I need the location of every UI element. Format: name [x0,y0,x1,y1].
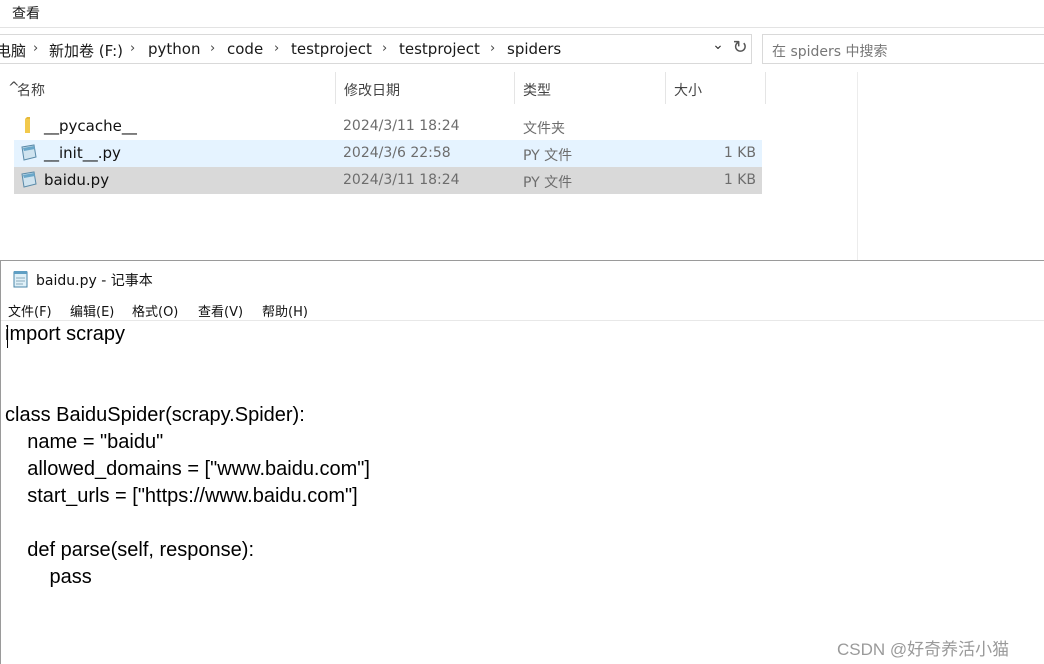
file-row[interactable]: __pycache__ 2024/3/11 18:24 文件夹 [14,113,762,140]
file-row[interactable]: baidu.py 2024/3/11 18:24 PY 文件 1 KB [14,167,762,194]
file-name: __init__.py [44,144,121,162]
search-placeholder: 在 spiders 中搜索 [772,44,888,60]
column-header-name-label: 名称 [17,83,45,99]
code-line: allowed_domains = ["www.baidu.com"] [5,458,370,480]
file-size: 1 KB [723,145,756,161]
address-bar[interactable]: 电脑 › 新加卷 (F:) › python › code › testproj… [0,34,752,64]
text-editor[interactable]: import scrapy class BaiduSpider(scrapy.S… [5,323,1041,663]
column-header-name[interactable]: 名称 ^ [0,72,336,104]
refresh-icon[interactable]: ↻ [730,37,750,61]
breadcrumb-testproject-inner[interactable]: testproject [399,40,480,58]
column-header-row: 名称 ^ 修改日期 类型 大小 [0,72,770,104]
code-line: start_urls = ["https://www.baidu.com"] [5,485,358,507]
code-line: import scrapy [5,323,126,345]
column-header-modified-label: 修改日期 [344,83,400,99]
folder-icon [25,117,30,133]
code-line: pass [5,566,92,588]
chevron-down-icon[interactable]: ⌄ [710,37,726,61]
file-modified: 2024/3/11 18:24 [343,172,460,188]
pane-divider [857,72,858,260]
code-line: class BaiduSpider(scrapy.Spider): [5,404,305,426]
breadcrumb-drive[interactable]: 新加卷 (F:) [49,40,123,61]
file-row[interactable]: __init__.py 2024/3/6 22:58 PY 文件 1 KB [14,140,762,167]
ribbon-tab-view[interactable]: 查看 [12,3,40,23]
code-line: name = "baidu" [5,431,164,453]
watermark: CSDN @好奇养活小猫 [837,640,1010,659]
file-size: 1 KB [723,172,756,188]
notepad-window: baidu.py - 记事本 文件(F) 编辑(E) 格式(O) 查看(V) 帮… [0,260,1044,664]
column-header-size[interactable]: 大小 [666,72,766,104]
breadcrumb-separator-icon[interactable]: › [210,41,215,56]
window-title: baidu.py - 记事本 [36,273,153,289]
menu-view[interactable]: 查看(V) [198,301,243,320]
menu-format[interactable]: 格式(O) [132,301,178,320]
breadcrumb-separator-icon[interactable]: › [33,41,38,56]
menu-file[interactable]: 文件(F) [8,301,52,320]
sort-ascending-icon: ^ [8,80,20,96]
notepad-icon [13,271,28,288]
column-header-type-label: 类型 [523,83,551,99]
column-header-modified[interactable]: 修改日期 [336,72,515,104]
breadcrumb-separator-icon[interactable]: › [274,41,279,56]
column-header-type[interactable]: 类型 [515,72,666,104]
menu-help[interactable]: 帮助(H) [262,301,308,320]
breadcrumb-code[interactable]: code [227,40,263,58]
file-modified: 2024/3/11 18:24 [343,118,460,134]
python-file-icon [21,171,37,188]
python-file-icon [21,144,37,161]
breadcrumb-separator-icon[interactable]: › [382,41,387,56]
breadcrumb-python[interactable]: python [148,40,200,58]
file-type: 文件夹 [523,121,565,137]
menu-edit[interactable]: 编辑(E) [70,301,114,320]
file-type: PY 文件 [523,148,573,164]
address-row: 电脑 › 新加卷 (F:) › python › code › testproj… [0,34,1044,64]
code-line: def parse(self, response): [5,539,255,561]
file-name: __pycache__ [44,117,137,135]
file-explorer-window: 查看 电脑 › 新加卷 (F:) › python › code › testp… [0,0,1044,260]
file-modified: 2024/3/6 22:58 [343,145,451,161]
breadcrumb-separator-icon[interactable]: › [490,41,495,56]
column-header-size-label: 大小 [674,83,702,99]
search-input[interactable]: 在 spiders 中搜索 [762,34,1044,64]
breadcrumb-this-pc[interactable]: 电脑 [0,40,26,61]
breadcrumb-separator-icon[interactable]: › [130,41,135,56]
file-name: baidu.py [44,171,110,189]
breadcrumb-spiders[interactable]: spiders [507,40,561,58]
title-bar[interactable]: baidu.py - 记事本 [1,261,1044,295]
ribbon: 查看 [0,0,1044,28]
menu-bar: 文件(F) 编辑(E) 格式(O) 查看(V) 帮助(H) [1,299,1044,321]
file-type: PY 文件 [523,175,573,191]
breadcrumb-testproject[interactable]: testproject [291,40,372,58]
